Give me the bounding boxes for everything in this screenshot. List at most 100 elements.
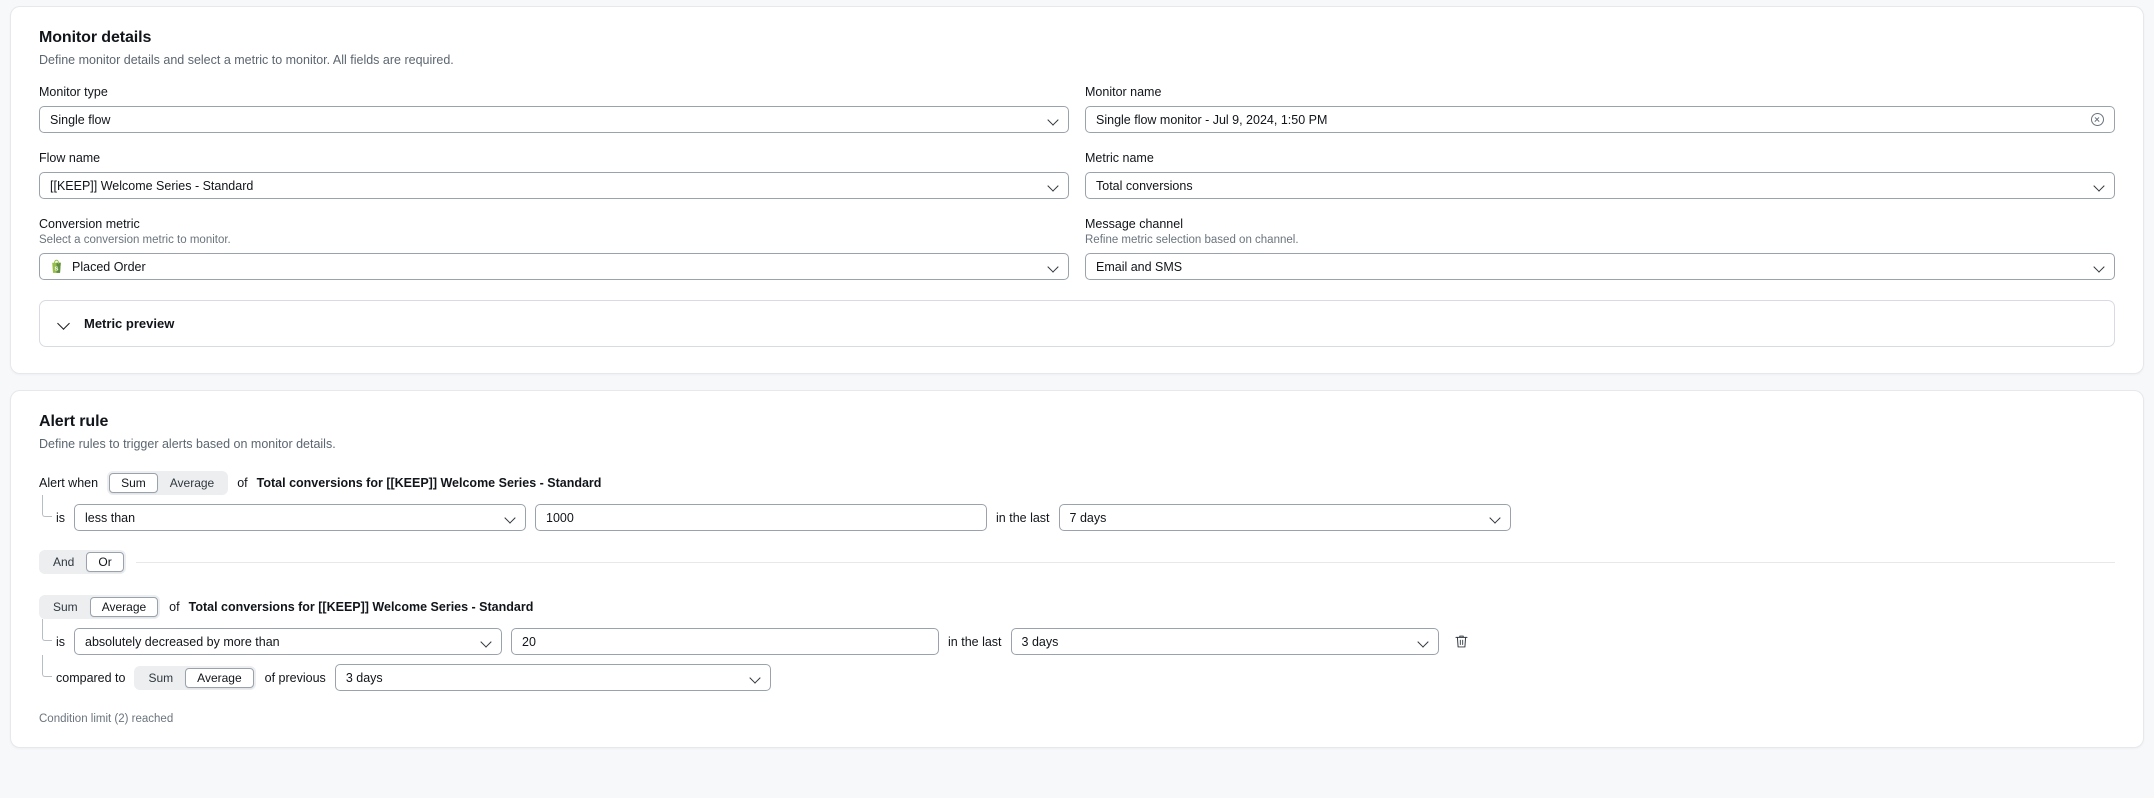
monitor-type-select[interactable]: Single flow: [39, 106, 1069, 133]
alert-rule-title: Alert rule: [39, 413, 2115, 431]
metric-name-label: Metric name: [1085, 151, 2115, 165]
condition-1-aggregation-sum[interactable]: Sum: [109, 473, 158, 493]
metric-name-value: Total conversions: [1096, 179, 2086, 193]
flow-name-label: Flow name: [39, 151, 1069, 165]
condition-1-operator-select[interactable]: less than: [74, 504, 526, 531]
chevron-down-icon: [505, 513, 515, 523]
condition-2-operator-select[interactable]: absolutely decreased by more than: [74, 628, 502, 655]
alert-when-label: Alert when: [39, 476, 98, 490]
tree-elbow-connector: [42, 495, 52, 517]
monitor-type-label: Monitor type: [39, 85, 1069, 99]
alert-rule-card: Alert rule Define rules to trigger alert…: [10, 390, 2144, 748]
compare-aggregation-sum[interactable]: Sum: [136, 668, 185, 688]
condition-limit-footnote: Condition limit (2) reached: [39, 713, 2115, 725]
condition-2-aggregation-average[interactable]: Average: [90, 597, 158, 617]
condition-2-is-label: is: [56, 635, 65, 649]
message-channel-field: Message channel Refine metric selection …: [1085, 217, 2115, 280]
previous-window-select[interactable]: 3 days: [335, 664, 771, 691]
chevron-down-icon: [2094, 181, 2104, 191]
form-row-2: Flow name [[KEEP]] Welcome Series - Stan…: [39, 151, 2115, 199]
form-row-1: Monitor type Single flow Monitor name Si…: [39, 85, 2115, 133]
of-previous-label: of previous: [265, 671, 326, 685]
condition-joiner-or[interactable]: Or: [86, 552, 123, 572]
monitor-details-title: Monitor details: [39, 29, 2115, 47]
condition-1-metric-text: Total conversions for [[KEEP]] Welcome S…: [257, 476, 602, 490]
flow-name-select[interactable]: [[KEEP]] Welcome Series - Standard: [39, 172, 1069, 199]
condition-2-window-value: 3 days: [1022, 635, 1410, 649]
conversion-metric-field: Conversion metric Select a conversion me…: [39, 217, 1069, 280]
tree-elbow-connector: [42, 655, 52, 677]
monitor-form-page: Monitor details Define monitor details a…: [0, 6, 2154, 748]
conversion-metric-select[interactable]: S Placed Order: [39, 253, 1069, 280]
flow-name-value: [[KEEP]] Welcome Series - Standard: [50, 179, 1040, 193]
svg-text:S: S: [55, 266, 59, 272]
form-row-3: Conversion metric Select a conversion me…: [39, 217, 2115, 280]
monitor-type-field: Monitor type Single flow: [39, 85, 1069, 133]
monitor-name-label: Monitor name: [1085, 85, 2115, 99]
monitor-name-value: Single flow monitor - Jul 9, 2024, 1:50 …: [1096, 113, 2083, 127]
alert-rule-subtitle: Define rules to trigger alerts based on …: [39, 437, 2115, 451]
monitor-name-field: Monitor name Single flow monitor - Jul 9…: [1085, 85, 2115, 133]
condition-2-threshold-value: 20: [522, 635, 928, 649]
conversion-metric-value: Placed Order: [72, 260, 1040, 274]
condition-1-row: is less than 1000 in the last 7 days: [39, 504, 2115, 531]
flow-name-field: Flow name [[KEEP]] Welcome Series - Stan…: [39, 151, 1069, 199]
monitor-details-card: Monitor details Define monitor details a…: [10, 6, 2144, 374]
conversion-metric-label: Conversion metric: [39, 217, 1069, 231]
condition-1-operator-value: less than: [85, 511, 497, 525]
chevron-down-icon: [750, 673, 760, 683]
metric-name-select[interactable]: Total conversions: [1085, 172, 2115, 199]
condition-joiner-and[interactable]: And: [41, 552, 86, 572]
compare-aggregation-average[interactable]: Average: [185, 668, 253, 688]
condition-1-threshold-input[interactable]: 1000: [535, 504, 987, 531]
condition-2-row: is absolutely decreased by more than 20 …: [39, 628, 2115, 655]
condition-1-aggregation-toggle[interactable]: Sum Average: [107, 471, 228, 495]
condition-1-window-value: 7 days: [1070, 511, 1482, 525]
condition-1-aggregation-average[interactable]: Average: [158, 473, 226, 493]
monitor-name-input[interactable]: Single flow monitor - Jul 9, 2024, 1:50 …: [1085, 106, 2115, 133]
message-channel-select[interactable]: Email and SMS: [1085, 253, 2115, 280]
message-channel-label: Message channel: [1085, 217, 2115, 231]
monitor-details-subtitle: Define monitor details and select a metr…: [39, 53, 2115, 67]
clear-icon[interactable]: [2091, 113, 2104, 126]
compared-to-label: compared to: [56, 671, 125, 685]
monitor-type-value: Single flow: [50, 113, 1040, 127]
condition-2-group: Sum Average of Total conversions for [[K…: [39, 595, 2115, 691]
condition-2-threshold-input[interactable]: 20: [511, 628, 939, 655]
conversion-metric-help: Select a conversion metric to monitor.: [39, 234, 1069, 246]
trash-icon[interactable]: [1453, 633, 1470, 650]
chevron-down-icon: [1418, 637, 1428, 647]
condition-1-of-text: of: [237, 476, 247, 490]
chevron-down-icon: [1048, 262, 1058, 272]
condition-2-operator-value: absolutely decreased by more than: [85, 635, 473, 649]
condition-2-compare-row: compared to Sum Average of previous 3 da…: [39, 664, 2115, 691]
condition-2-in-the-last-label: in the last: [948, 635, 1002, 649]
metric-preview-accordion[interactable]: Metric preview: [39, 300, 2115, 347]
condition-1-window-select[interactable]: 7 days: [1059, 504, 1511, 531]
chevron-down-icon: [1490, 513, 1500, 523]
chevron-down-icon: [1048, 115, 1058, 125]
metric-name-field: Metric name Total conversions: [1085, 151, 2115, 199]
chevron-down-icon: [2094, 262, 2104, 272]
message-channel-help: Refine metric selection based on channel…: [1085, 234, 2115, 246]
previous-window-value: 3 days: [346, 671, 742, 685]
metric-preview-label: Metric preview: [84, 316, 174, 331]
tree-elbow-connector: [42, 619, 52, 641]
condition-2-window-select[interactable]: 3 days: [1011, 628, 1439, 655]
condition-2-metric-text: Total conversions for [[KEEP]] Welcome S…: [189, 600, 534, 614]
condition-2-of-text: of: [169, 600, 179, 614]
condition-2-aggregation-toggle[interactable]: Sum Average: [39, 595, 160, 619]
joiner-divider: [136, 562, 2115, 563]
condition-1-header: Alert when Sum Average of Total conversi…: [39, 471, 2115, 495]
condition-1-is-label: is: [56, 511, 65, 525]
condition-joiner-toggle[interactable]: And Or: [39, 550, 126, 574]
chevron-down-icon: [1048, 181, 1058, 191]
condition-1-threshold-value: 1000: [546, 511, 976, 525]
chevron-down-icon: [481, 637, 491, 647]
shopify-bag-icon: S: [50, 259, 63, 274]
compare-aggregation-toggle[interactable]: Sum Average: [134, 666, 255, 690]
condition-2-header: Sum Average of Total conversions for [[K…: [39, 595, 2115, 619]
condition-joiner-row: And Or: [39, 550, 2115, 574]
condition-2-aggregation-sum[interactable]: Sum: [41, 597, 90, 617]
chevron-down-icon: [58, 317, 71, 330]
